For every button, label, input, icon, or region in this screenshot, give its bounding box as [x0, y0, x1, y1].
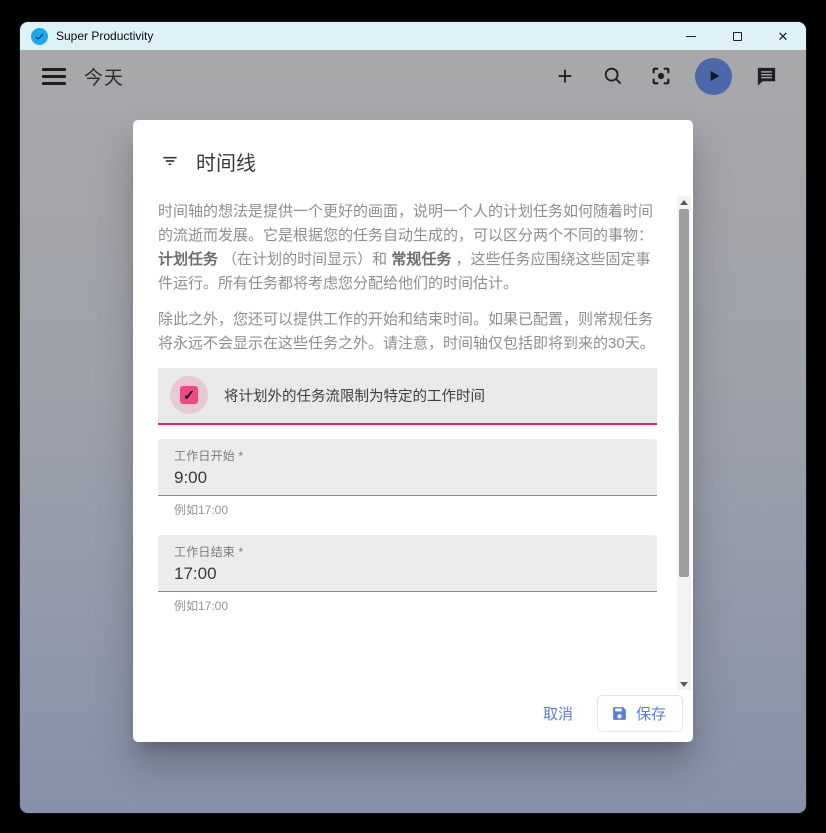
maximize-icon[interactable]: [714, 22, 760, 50]
dialog-scrollbar[interactable]: [677, 196, 691, 690]
checkbox-ripple: ✓: [170, 376, 208, 414]
search-icon[interactable]: [601, 64, 625, 88]
dialog-actions: 取消 保存: [133, 690, 693, 742]
save-button[interactable]: 保存: [597, 695, 683, 732]
checkbox-checked-icon[interactable]: ✓: [180, 386, 198, 404]
workday-end-input[interactable]: 工作日结束 * 17:00: [158, 535, 657, 592]
window-title: Super Productivity: [56, 29, 153, 43]
play-button[interactable]: [695, 58, 732, 95]
add-task-icon[interactable]: +: [553, 64, 577, 88]
save-button-label: 保存: [636, 703, 666, 724]
dialog-title: 时间线: [196, 147, 256, 176]
minimize-icon[interactable]: [668, 22, 714, 50]
filter-icon: [160, 151, 180, 171]
app-logo-icon: [31, 28, 48, 45]
workday-start-value: 9:00: [174, 468, 641, 488]
page-title: 今天: [84, 63, 124, 90]
p1-term-scheduled-tasks: 计划任务: [158, 251, 218, 268]
scrollbar-up-icon[interactable]: [677, 196, 691, 208]
cancel-button[interactable]: 取消: [525, 695, 591, 732]
workday-end-field: 工作日结束 * 17:00 例如17:00: [158, 535, 657, 623]
hamburger-menu-icon[interactable]: [42, 68, 66, 85]
workday-end-value: 17:00: [174, 564, 641, 584]
close-icon[interactable]: ✕: [760, 22, 806, 50]
titlebar: Super Productivity ✕: [20, 22, 806, 50]
p1-text-b: （在计划的时间显示）和: [218, 251, 391, 268]
p1-text-a: 时间轴的想法是提供一个更好的画面，说明一个人的计划任务如何随着时间的流逝而发展。…: [158, 203, 653, 244]
workday-end-label: 工作日结束 *: [174, 543, 641, 560]
workday-start-label: 工作日开始 *: [174, 447, 641, 464]
main-toolbar: 今天 +: [20, 50, 806, 102]
description-paragraph-1: 时间轴的想法是提供一个更好的画面，说明一个人的计划任务如何随着时间的流逝而发展。…: [158, 200, 657, 296]
app-window: Super Productivity ✕ 今天 +: [20, 22, 806, 813]
work-hours-checkbox-row[interactable]: ✓ 将计划外的任务流限制为特定的工作时间: [158, 368, 657, 425]
timeline-settings-dialog: 时间线 时间轴的想法是提供一个更好的画面，说明一个人的计划任务如何随着时间的流逝…: [133, 120, 693, 742]
scrollbar-down-icon[interactable]: [677, 678, 691, 690]
description-paragraph-2: 除此之外，您还可以提供工作的开始和结束时间。如果已配置，则常规任务将永远不会显示…: [158, 308, 657, 356]
checkmark-glyph: ✓: [183, 388, 195, 402]
scrollbar-thumb[interactable]: [679, 209, 689, 577]
p1-term-regular-tasks: 常规任务: [391, 251, 451, 268]
workday-end-hint: 例如17:00: [158, 592, 657, 623]
focus-mode-icon[interactable]: [649, 64, 673, 88]
dialog-header: 时间线: [133, 120, 693, 196]
save-icon: [611, 705, 628, 722]
workday-start-hint: 例如17:00: [158, 496, 657, 527]
window-controls: ✕: [668, 22, 806, 50]
chat-icon[interactable]: [754, 64, 778, 88]
checkbox-label: 将计划外的任务流限制为特定的工作时间: [224, 385, 485, 406]
workday-start-input[interactable]: 工作日开始 * 9:00: [158, 439, 657, 496]
dialog-body: 时间轴的想法是提供一个更好的画面，说明一个人的计划任务如何随着时间的流逝而发展。…: [133, 196, 693, 690]
workday-start-field: 工作日开始 * 9:00 例如17:00: [158, 439, 657, 527]
